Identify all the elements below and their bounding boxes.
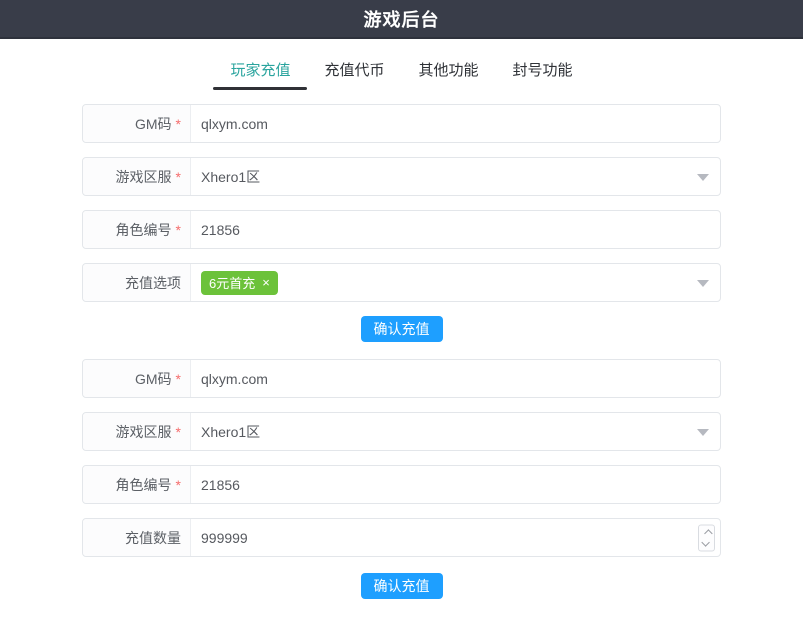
dropdown-caret-icon [697,429,709,442]
field-label-text: GM码 [135,369,172,389]
server-row: 游戏区服 * Xhero1区 [82,412,721,451]
gm-code-row: GM码 * qlxym.com [82,104,721,143]
dropdown-caret-icon [697,280,709,293]
tag-label: 6元首充 [209,273,255,292]
required-asterisk: * [176,222,181,238]
field-label: 游戏区服 * [83,158,191,195]
stepper-down-icon[interactable] [701,538,709,546]
selected-option-tag: 6元首充 × [201,271,278,295]
recharge-option-select[interactable]: 6元首充 × [191,264,720,301]
tab-label: 玩家充值 [230,62,290,79]
token-recharge-form: GM码 * qlxym.com 游戏区服 * Xhero1区 角色编号 * 21… [82,359,721,599]
recharge-option-row: 充值选项 6元首充 × [82,263,721,302]
confirm-recharge-button[interactable]: 确认充值 [361,316,443,342]
role-id-input[interactable]: 21856 [191,211,720,248]
field-label: 游戏区服 * [83,413,191,450]
field-label-text: 游戏区服 [116,167,172,187]
player-recharge-form: GM码 * qlxym.com 游戏区服 * Xhero1区 角色编号 * 21… [82,104,721,342]
field-label: GM码 * [83,105,191,142]
tab-player-recharge[interactable]: 玩家充值 [213,55,307,90]
field-label: GM码 * [83,360,191,397]
field-label: 角色编号 * [83,211,191,248]
tab-label: 其他功能 [419,62,479,79]
tab-bar: 玩家充值 充值代币 其他功能 封号功能 [0,55,803,90]
gm-code-row: GM码 * qlxym.com [82,359,721,398]
role-id-row: 角色编号 * 21856 [82,210,721,249]
field-label-text: 角色编号 [116,220,172,240]
app-header: 游戏后台 [0,0,803,39]
tab-label: 充值代币 [324,62,384,79]
server-select[interactable]: Xhero1区 [191,413,720,450]
field-label: 充值选项 [83,264,191,301]
page-title: 游戏后台 [364,6,440,32]
server-select[interactable]: Xhero1区 [191,158,720,195]
field-label-text: 游戏区服 [116,422,172,442]
input-value: qlxym.com [201,116,268,132]
role-id-row: 角色编号 * 21856 [82,465,721,504]
required-asterisk: * [176,424,181,440]
gm-code-input[interactable]: qlxym.com [191,360,720,397]
dropdown-caret-icon [697,174,709,187]
field-label-text: 充值选项 [125,273,181,293]
stepper-up-icon[interactable] [704,529,712,537]
tab-ban-functions[interactable]: 封号功能 [496,55,590,90]
field-label-text: 角色编号 [116,475,172,495]
recharge-amount-input[interactable]: 999999 [191,519,720,556]
field-label: 充值数量 [83,519,191,556]
recharge-amount-row: 充值数量 999999 [82,518,721,557]
input-value: 999999 [201,530,248,546]
select-value: Xhero1区 [201,167,260,187]
input-value: 21856 [201,477,240,493]
input-value: 21856 [201,222,240,238]
active-tab-underline [213,87,307,90]
input-value: qlxym.com [201,371,268,387]
field-label: 角色编号 * [83,466,191,503]
select-value: Xhero1区 [201,422,260,442]
required-asterisk: * [176,116,181,132]
confirm-recharge-button[interactable]: 确认充值 [361,573,443,599]
required-asterisk: * [176,477,181,493]
number-stepper[interactable] [698,524,715,551]
gm-code-input[interactable]: qlxym.com [191,105,720,142]
role-id-input[interactable]: 21856 [191,466,720,503]
required-asterisk: * [176,169,181,185]
tab-other-functions[interactable]: 其他功能 [402,55,496,90]
field-label-text: GM码 [135,114,172,134]
tab-label: 封号功能 [513,62,573,79]
required-asterisk: * [176,371,181,387]
field-label-text: 充值数量 [125,528,181,548]
server-row: 游戏区服 * Xhero1区 [82,157,721,196]
tab-recharge-token[interactable]: 充值代币 [307,55,401,90]
tag-close-icon[interactable]: × [262,276,270,289]
